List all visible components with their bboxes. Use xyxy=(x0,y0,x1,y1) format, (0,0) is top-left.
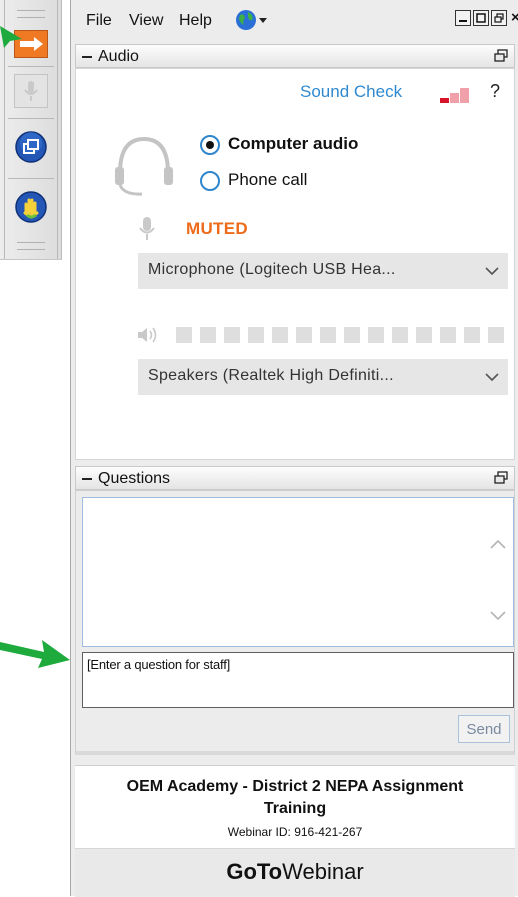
chevron-down-icon[interactable] xyxy=(489,606,507,624)
level-segment xyxy=(200,327,216,343)
restore-button[interactable] xyxy=(491,10,507,26)
control-panel: File View Help × Audio Sound Check ? Com… xyxy=(70,0,518,897)
strip-divider xyxy=(8,178,54,179)
level-segment xyxy=(176,327,192,343)
strip-grip-top[interactable] xyxy=(17,10,45,18)
send-button[interactable]: Send xyxy=(458,715,510,743)
menu-bar: File View Help × xyxy=(71,0,518,42)
level-segment xyxy=(296,327,312,343)
brand-logo: GoToWebinar xyxy=(75,848,515,897)
menu-file[interactable]: File xyxy=(86,12,112,30)
microphone-icon xyxy=(139,217,155,240)
questions-panel: [Enter a question for staff] Send xyxy=(75,490,515,755)
level-segment xyxy=(464,327,480,343)
audio-panel: Sound Check ? Computer audio Phone call … xyxy=(75,68,515,460)
phone-call-label[interactable]: Phone call xyxy=(228,170,307,190)
chevron-up-icon[interactable] xyxy=(489,536,507,554)
strip-divider xyxy=(8,118,54,119)
radio-selected-dot xyxy=(206,141,214,149)
mic-toggle-button[interactable] xyxy=(14,74,48,108)
webinar-id: Webinar ID: 916-421-267 xyxy=(227,825,363,839)
strip-grip-bottom[interactable] xyxy=(17,242,45,250)
microphone-select[interactable]: Microphone (Logitech USB Hea... xyxy=(138,253,508,289)
collapse-icon[interactable] xyxy=(82,478,92,480)
globe-icon xyxy=(236,10,267,30)
menu-help[interactable]: Help xyxy=(179,12,212,30)
level-segment xyxy=(320,327,336,343)
audio-section-title: Audio xyxy=(98,48,139,65)
minimize-icon xyxy=(459,20,467,22)
annotation-arrow-icon xyxy=(0,640,70,668)
chevron-down-icon xyxy=(485,373,499,382)
minimize-button[interactable] xyxy=(455,10,471,26)
headset-icon xyxy=(115,136,173,196)
collapse-icon[interactable] xyxy=(82,56,92,58)
computer-audio-radio[interactable] xyxy=(200,135,220,155)
brand-bold: GoTo xyxy=(226,859,283,884)
speaker-icon xyxy=(138,327,157,343)
menu-view[interactable]: View xyxy=(129,12,163,30)
maximize-icon xyxy=(476,13,486,23)
raise-hand-button[interactable] xyxy=(14,190,48,224)
webinar-info: OEM Academy - District 2 NEPA Assignment… xyxy=(75,765,515,848)
screen-button[interactable] xyxy=(14,130,48,164)
phone-call-radio[interactable] xyxy=(200,171,220,191)
event-title: OEM Academy - District 2 NEPA Assignment… xyxy=(75,776,515,820)
close-icon[interactable]: × xyxy=(511,9,518,26)
maximize-button[interactable] xyxy=(473,10,489,26)
language-menu[interactable] xyxy=(235,9,271,36)
strip-border-right xyxy=(57,0,58,259)
brand-regular: Webinar xyxy=(282,859,364,884)
level-segment xyxy=(488,327,504,343)
question-input[interactable]: [Enter a question for staff] xyxy=(82,652,514,708)
computer-audio-label[interactable]: Computer audio xyxy=(228,134,358,154)
mic-muted-status: MUTED xyxy=(186,219,248,238)
level-segment xyxy=(368,327,384,343)
restore-icon xyxy=(494,13,504,23)
event-title-line2: Training xyxy=(263,800,327,817)
level-segment xyxy=(224,327,240,343)
level-segment xyxy=(392,327,408,343)
popout-icon[interactable] xyxy=(494,471,508,485)
chevron-down-icon xyxy=(485,267,499,276)
level-segment xyxy=(248,327,264,343)
questions-section-title: Questions xyxy=(98,470,171,487)
questions-log[interactable] xyxy=(82,497,514,647)
windows-icon xyxy=(15,131,47,163)
event-title-line1: OEM Academy - District 2 NEPA Assignment xyxy=(126,778,464,795)
questions-section-header[interactable]: Questions xyxy=(75,466,515,490)
audio-help-button[interactable]: ? xyxy=(490,81,500,102)
level-segment xyxy=(344,327,360,343)
level-segment xyxy=(416,327,432,343)
microphone-select-value: Microphone (Logitech USB Hea... xyxy=(148,261,396,278)
level-segment xyxy=(440,327,456,343)
audio-section-header[interactable]: Audio xyxy=(75,44,515,68)
microphone-icon xyxy=(24,81,38,101)
speakers-select-value: Speakers (Realtek High Definiti... xyxy=(148,367,394,384)
annotation-arrow-icon xyxy=(0,26,22,48)
level-segment xyxy=(272,327,288,343)
audio-level-icon xyxy=(440,88,469,103)
speakers-select[interactable]: Speakers (Realtek High Definiti... xyxy=(138,359,508,395)
popout-icon[interactable] xyxy=(494,49,508,63)
brand-text: GoToWebinar xyxy=(75,859,515,885)
strip-divider xyxy=(8,66,54,67)
sound-check-link[interactable]: Sound Check xyxy=(300,82,402,102)
raise-hand-icon xyxy=(15,191,47,223)
